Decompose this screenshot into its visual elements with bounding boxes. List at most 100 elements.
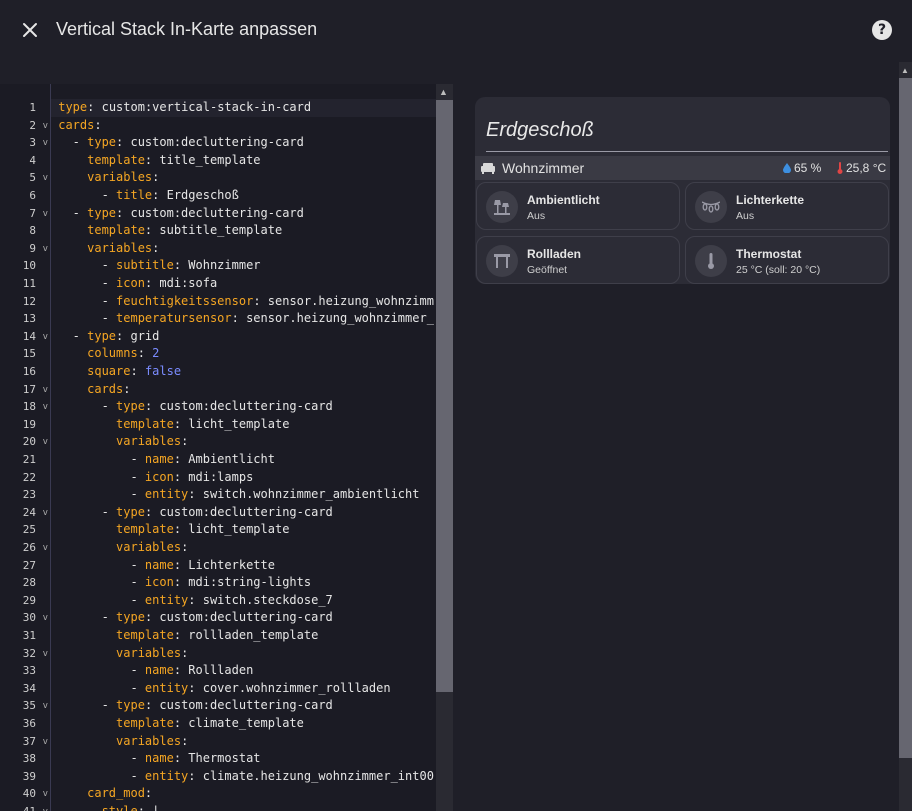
code-line[interactable]: - type: grid (51, 328, 436, 346)
yaml-value: Thermostat (188, 751, 261, 766)
line-number: 36 (0, 715, 50, 733)
code-line[interactable]: - temperatursensor: sensor.heizung_wohnz… (51, 310, 436, 328)
tile-ambientlicht[interactable]: Ambientlicht Aus (476, 182, 680, 230)
line-number-text: 34 (22, 681, 36, 695)
fold-chevron-icon[interactable]: v (43, 170, 48, 188)
code-line[interactable]: template: licht_template (51, 521, 436, 539)
colon: : (144, 152, 160, 167)
fold-chevron-icon[interactable]: v (43, 698, 48, 716)
code-line[interactable]: variables: (51, 169, 436, 187)
colon: : (144, 786, 160, 801)
fold-chevron-icon[interactable]: v (43, 382, 48, 400)
code-line[interactable]: - subtitle: Wohnzimmer (51, 257, 436, 275)
code-line[interactable]: cards: (51, 381, 436, 399)
code-line[interactable]: template: title_template (51, 152, 436, 170)
code-line[interactable]: template: subtitle_template (51, 222, 436, 240)
code-line[interactable]: - type: custom:decluttering-card (51, 134, 436, 152)
code-line[interactable]: style: | (51, 803, 436, 811)
yaml-key: variables (116, 733, 182, 748)
scroll-up-arrow-icon[interactable]: ▲ (901, 66, 909, 75)
fold-chevron-icon[interactable]: v (43, 241, 48, 259)
yaml-key: columns (87, 346, 138, 361)
fold-chevron-icon[interactable]: v (43, 135, 48, 153)
fold-chevron-icon[interactable]: v (43, 540, 48, 558)
yaml-key: variables (116, 434, 182, 449)
code-line[interactable]: card_mod: (51, 785, 436, 803)
fold-chevron-icon[interactable]: v (43, 610, 48, 628)
code-line[interactable]: - type: custom:decluttering-card (51, 205, 436, 223)
code-line[interactable]: - feuchtigkeitssensor: sensor.heizung_wo… (51, 293, 436, 311)
code-line[interactable]: template: rollladen_template (51, 627, 436, 645)
tile-thermostat[interactable]: Thermostat 25 °C (soll: 20 °C) (685, 236, 889, 284)
code-line[interactable]: variables: (51, 539, 436, 557)
fold-chevron-icon[interactable]: v (43, 399, 48, 417)
code-line[interactable]: - type: custom:decluttering-card (51, 609, 436, 627)
yaml-code-editor[interactable]: 1 2 v 3 v 4 5 v 6 7 v 8 9 v 10 11 12 13 14 v 15 16 17 v 18 v 19 20 v… (0, 84, 453, 811)
yaml-key: type (87, 328, 117, 343)
fold-chevron-icon[interactable]: v (43, 734, 48, 752)
scroll-up-arrow-icon[interactable]: ▲ (439, 87, 448, 97)
code-line[interactable]: columns: 2 (51, 345, 436, 363)
code-line[interactable]: - type: custom:decluttering-card (51, 398, 436, 416)
colon: : (87, 100, 102, 114)
indent: - (51, 504, 117, 519)
code-line[interactable]: - entity: cover.wohnzimmer_rollladen (51, 680, 436, 698)
preview-scrollbar[interactable]: ▲ (899, 62, 912, 811)
line-number: 17 v (0, 381, 50, 399)
code-line[interactable]: - icon: mdi:string-lights (51, 574, 436, 592)
fold-chevron-icon[interactable]: v (43, 434, 48, 452)
code-line[interactable]: - title: Erdgeschoß (51, 187, 436, 205)
editor-scrollbar-thumb[interactable] (436, 100, 453, 692)
fold-chevron-icon[interactable]: v (43, 206, 48, 224)
code-line[interactable]: - entity: switch.wohnzimmer_ambientlicht (51, 486, 436, 504)
fold-chevron-icon[interactable]: v (43, 329, 48, 347)
code-line[interactable]: variables: (51, 733, 436, 751)
line-number-text: 5 (29, 171, 36, 185)
code-line[interactable]: variables: (51, 433, 436, 451)
close-icon[interactable] (18, 18, 42, 42)
tile-lichterkette[interactable]: Lichterkette Aus (685, 182, 889, 230)
yaml-value: | (152, 804, 160, 811)
code-line[interactable]: - type: custom:decluttering-card (51, 504, 436, 522)
water-drop-icon (783, 163, 791, 174)
code-line[interactable]: - entity: switch.steckdose_7 (51, 592, 436, 610)
code-line[interactable]: variables: (51, 645, 436, 663)
yaml-value: Lichterkette (188, 557, 275, 572)
editor-scrollbar[interactable]: ▲ (436, 84, 453, 811)
preview-scrollbar-thumb[interactable] (899, 78, 912, 758)
code-line[interactable]: type: custom:vertical-stack-in-card (51, 99, 436, 117)
code-line[interactable]: - icon: mdi:lamps (51, 469, 436, 487)
code-line[interactable]: cards: (51, 117, 436, 135)
code-line[interactable]: - name: Rollladen (51, 662, 436, 680)
code-line[interactable]: template: licht_template (51, 416, 436, 434)
code-line[interactable]: variables: (51, 240, 436, 258)
yaml-key: variables (116, 645, 182, 660)
code-line[interactable]: square: false (51, 363, 436, 381)
code-line[interactable]: - type: custom:decluttering-card (51, 697, 436, 715)
fold-chevron-icon[interactable]: v (43, 786, 48, 804)
code-line[interactable]: - icon: mdi:sofa (51, 275, 436, 293)
editor-code-area[interactable]: type: custom:vertical-stack-in-card card… (51, 84, 436, 811)
line-number-text: 26 (22, 541, 36, 554)
line-number-text: 39 (22, 769, 36, 783)
colon: : (231, 311, 247, 326)
code-line[interactable]: - name: Thermostat (51, 750, 436, 768)
indent: - (51, 293, 117, 308)
fold-chevron-icon[interactable]: v (43, 118, 48, 136)
code-line[interactable]: - entity: climate.heizung_wohnzimmer_int… (51, 768, 436, 786)
colon: : (116, 135, 131, 150)
code-line[interactable]: - name: Lichterkette (51, 557, 436, 575)
code-line[interactable]: template: climate_template (51, 715, 436, 733)
yaml-value: mdi:lamps (188, 469, 254, 484)
help-circle-icon[interactable]: ? (872, 20, 892, 40)
tile-rollladen[interactable]: Rollladen Geöffnet (476, 236, 680, 284)
fold-chevron-icon[interactable]: v (43, 646, 48, 664)
fold-chevron-icon[interactable]: v (43, 505, 48, 523)
yaml-value: switch.steckdose_7 (202, 592, 333, 607)
line-number-text: 9 (29, 241, 36, 255)
fold-chevron-icon[interactable]: v (43, 804, 48, 811)
line-number: 25 (0, 521, 50, 539)
code-line[interactable]: - name: Ambientlicht (51, 451, 436, 469)
